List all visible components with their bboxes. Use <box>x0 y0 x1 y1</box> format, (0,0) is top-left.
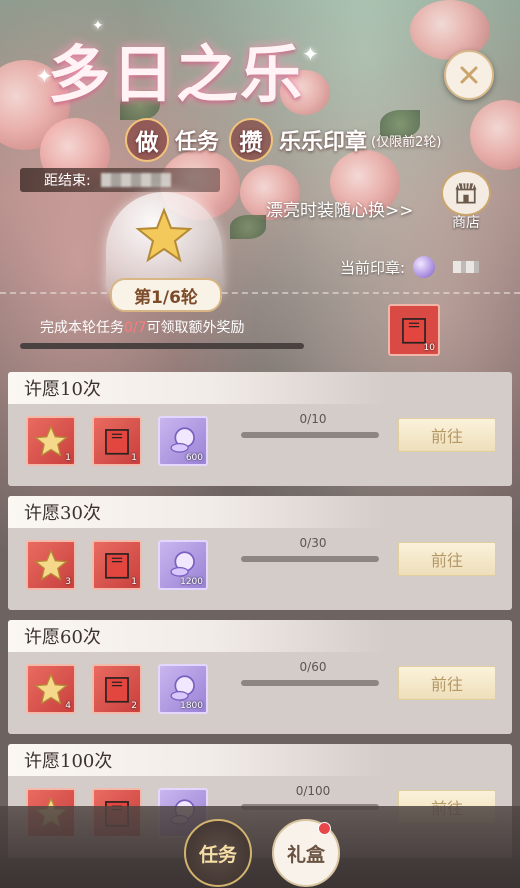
current-stamp: 当前印章: <box>340 256 480 278</box>
leaf-decoration <box>230 215 266 239</box>
shop-label: 商店 <box>452 215 480 231</box>
countdown-value-obscured <box>100 173 171 187</box>
task-progress-text: 0/100 <box>295 784 331 798</box>
shop-button[interactable]: 商店 <box>440 170 492 232</box>
task-progress-bar <box>241 680 379 686</box>
task-body: 1 1 600 0/10 前往 <box>8 404 512 486</box>
reward-item[interactable]: 1 <box>92 540 142 590</box>
reward-item[interactable]: 1200 <box>158 540 208 590</box>
task-title: 许愿10次 <box>8 372 512 404</box>
go-button[interactable]: 前往 <box>398 542 496 576</box>
close-button[interactable] <box>444 50 494 100</box>
reward-count: 10 <box>423 343 435 353</box>
bottom-nav <box>0 806 520 888</box>
countdown: 距结束: <box>20 168 220 192</box>
round-task-text: 完成本轮任务0/7可领取额外奖励 <box>40 317 245 337</box>
store-icon <box>455 183 477 204</box>
round-task-suffix: 可领取额外奖励 <box>146 320 245 336</box>
event-subtitle: 做 任务 攒 乐乐印章 (仅限前2轮) <box>125 118 441 162</box>
reward-count: 2 <box>131 701 137 711</box>
task-card: 许愿60次 4 2 1800 0/60 前往 <box>8 620 512 734</box>
task-title: 许愿30次 <box>8 496 512 528</box>
reward-count: 1 <box>131 577 137 587</box>
shop-link[interactable]: 漂亮时装随心换>> <box>266 196 414 221</box>
sparkle-icon: ✦ <box>92 18 104 34</box>
reward-item[interactable]: 1800 <box>158 664 208 714</box>
reward-count: 4 <box>65 701 71 711</box>
gift-box-icon <box>105 553 129 579</box>
task-progress-text: 0/60 <box>299 660 327 674</box>
reward-count: 1200 <box>180 577 203 587</box>
reward-count: 1 <box>131 453 137 463</box>
task-body: 3 1 1200 0/30 前往 <box>8 528 512 610</box>
stamp-value-obscured <box>453 261 480 273</box>
reward-count: 3 <box>65 577 71 587</box>
round-badge: 第1/6轮 <box>110 278 222 312</box>
task-progress-text: 0/30 <box>299 536 327 550</box>
go-button[interactable]: 前往 <box>398 418 496 452</box>
reward-item[interactable]: 2 <box>92 664 142 714</box>
reward-item[interactable]: 4 <box>26 664 76 714</box>
gift-box-icon <box>105 429 129 455</box>
star-icon <box>34 424 68 457</box>
go-button[interactable]: 前往 <box>398 666 496 700</box>
round-task-progress: 0/7 <box>124 320 147 336</box>
reward-item[interactable]: 600 <box>158 416 208 466</box>
task-progress-text: 0/10 <box>299 412 327 426</box>
sparkle-icon: ✦ <box>302 42 319 66</box>
subtitle-note: (仅限前2轮) <box>371 134 442 150</box>
tab-tasks[interactable]: 任务 <box>184 819 252 887</box>
task-body: 4 2 1800 0/60 前往 <box>8 652 512 734</box>
gift-box-icon <box>105 677 129 703</box>
collect-badge: 攒 <box>229 118 274 162</box>
subtitle-do-text: 任务 <box>175 130 220 155</box>
notification-dot <box>318 822 331 835</box>
reward-count: 1 <box>65 453 71 463</box>
reward-item[interactable]: 1 <box>26 416 76 466</box>
round-reward-item[interactable]: 10 <box>388 304 440 356</box>
reward-count: 1800 <box>180 701 203 711</box>
stamp-coin-icon <box>413 256 436 278</box>
reward-count: 600 <box>185 453 203 463</box>
countdown-label: 距结束: <box>44 173 91 189</box>
star-icon <box>34 672 68 705</box>
round-task-prefix: 完成本轮任务 <box>40 320 124 336</box>
reward-item[interactable]: 1 <box>92 416 142 466</box>
task-progress-bar <box>241 432 379 438</box>
task-card: 许愿10次 1 1 600 0/10 前往 <box>8 372 512 486</box>
shop-icon-circle <box>441 170 491 216</box>
star-icon <box>135 207 193 263</box>
task-progress-bar <box>241 556 379 562</box>
do-badge: 做 <box>125 118 169 162</box>
divider <box>0 292 520 294</box>
subtitle-collect-text: 乐乐印章 <box>279 130 368 155</box>
current-stamp-label: 当前印章: <box>340 258 406 277</box>
task-title: 许愿60次 <box>8 620 512 652</box>
close-icon <box>460 66 478 84</box>
event-title: 多日之乐 <box>48 38 305 111</box>
task-card: 许愿30次 3 1 1200 0/30 前往 <box>8 496 512 610</box>
round-progress-bar <box>20 343 304 349</box>
star-icon <box>34 548 68 581</box>
task-title: 许愿100次 <box>8 744 512 776</box>
sparkle-icon: ✦ <box>36 64 53 88</box>
reward-item[interactable]: 3 <box>26 540 76 590</box>
gift-box-icon <box>402 318 426 344</box>
